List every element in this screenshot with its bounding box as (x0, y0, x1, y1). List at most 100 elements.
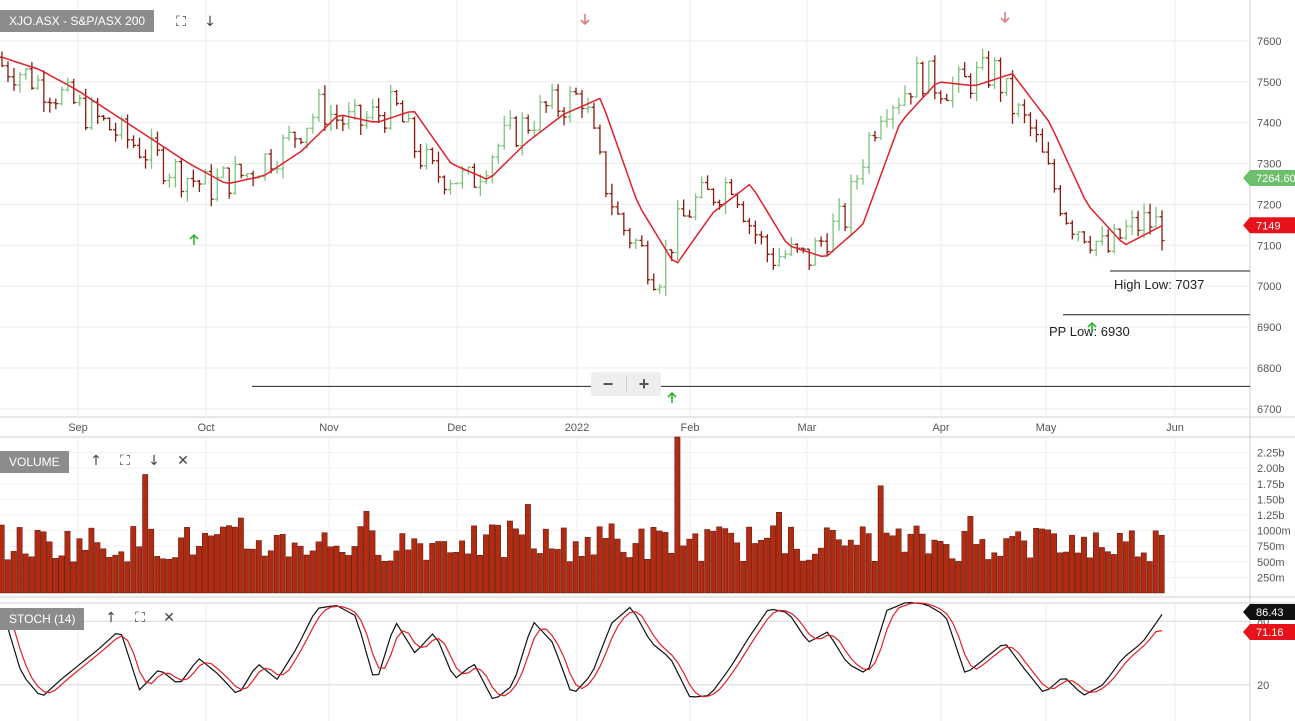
ohlc-bar (812, 237, 818, 266)
stoch-label[interactable]: STOCH (14) (0, 608, 85, 630)
close-icon[interactable]: ✕ (176, 453, 190, 469)
volume-bar (495, 524, 501, 594)
ohlc-bar (1141, 203, 1147, 238)
zoom-out-button[interactable]: − (591, 372, 625, 396)
arrow-down-icon[interactable]: ↓ (203, 14, 217, 30)
volume-bar (800, 560, 806, 594)
close-icon[interactable]: ✕ (162, 610, 176, 626)
ohlc-bar (1147, 203, 1153, 235)
volume-bar (853, 544, 860, 594)
volume-bar (566, 561, 573, 594)
ohlc-bar (370, 99, 376, 123)
ohlc-bar (1057, 185, 1063, 217)
volume-bar (638, 528, 645, 594)
ohlc-bar (262, 153, 268, 181)
ohlc-bar (555, 84, 561, 117)
volume-bar (357, 526, 364, 594)
time-tick-label: Nov (319, 422, 339, 434)
volume-bar (429, 543, 436, 594)
ohlc-bar (107, 117, 113, 131)
volume-bar (178, 537, 184, 594)
ohlc-bar (956, 66, 962, 93)
zoom-in-button[interactable]: + (627, 372, 661, 396)
ohlc-bar (441, 175, 447, 195)
ohlc-bar (394, 89, 400, 106)
ohlc-bar (770, 247, 776, 270)
ohlc-bar (424, 143, 430, 170)
ohlc-bar (23, 68, 29, 80)
fullscreen-icon[interactable]: ⛶ (174, 14, 188, 30)
volume-bar (333, 545, 340, 594)
fullscreen-icon[interactable]: ⛶ (118, 453, 132, 469)
volume-bar (692, 533, 699, 594)
volume-bar (1099, 547, 1105, 594)
ohlc-bar (160, 146, 166, 185)
ohlc-bar (418, 143, 424, 169)
ohlc-bar (447, 179, 453, 195)
time-tick-label: May (1036, 422, 1057, 434)
ohlc-bar (609, 183, 615, 216)
ohlc-bar (866, 132, 872, 174)
ohlc-bar (1081, 231, 1087, 244)
arrow-up-icon[interactable]: ↑ (89, 453, 103, 469)
volume-bar (812, 553, 818, 594)
volume-bar (895, 528, 902, 594)
volume-bar (471, 525, 477, 594)
volume-bar (1075, 552, 1081, 594)
volume-bar (817, 547, 824, 594)
ohlc-bar (854, 174, 860, 190)
volume-bar (1087, 557, 1093, 594)
ohlc-bar (848, 174, 854, 237)
volume-bar (602, 538, 609, 594)
time-tick-label: Oct (197, 422, 214, 434)
ohlc-bar (1093, 240, 1099, 257)
volume-tick-label: 2.00b (1257, 463, 1285, 475)
volume-bar (393, 550, 400, 594)
volume-bar (835, 539, 842, 594)
arrow-down-icon[interactable]: ↓ (147, 453, 161, 469)
volume-bar (64, 531, 71, 594)
ohlc-bar (280, 134, 286, 179)
ohlc-bar (1004, 77, 1010, 96)
sell-signal-down-arrow-icon (1000, 12, 1010, 24)
volume-bar (22, 553, 29, 594)
volume-bar (369, 530, 376, 594)
ohlc-bar (71, 78, 77, 105)
volume-bar (1116, 533, 1123, 594)
volume-bar (680, 545, 687, 594)
ohlc-bar (711, 188, 717, 206)
volume-bar (548, 548, 555, 594)
volume-label[interactable]: VOLUME (0, 451, 69, 473)
volume-bar (4, 559, 11, 594)
time-tick-label: Sep (68, 422, 88, 434)
volume-bar (644, 559, 651, 594)
ohlc-bar (872, 130, 878, 142)
volume-tick-label: 750m (1257, 541, 1285, 553)
volume-bar (501, 557, 507, 594)
volume-bar (453, 551, 460, 594)
time-tick-label: Dec (447, 422, 467, 434)
volume-bar (782, 553, 788, 594)
price-tick-label: 7100 (1257, 240, 1281, 252)
volume-bar (148, 528, 155, 594)
symbol-label[interactable]: XJO.ASX - S&P/ASX 200 (0, 10, 155, 32)
ohlc-bar (752, 220, 758, 244)
volume-bar (758, 539, 764, 594)
volume-bar (524, 504, 531, 594)
volume-bar (513, 528, 519, 594)
ohlc-bar (764, 234, 770, 263)
ohlc-bar (651, 273, 657, 291)
arrow-up-icon[interactable]: ↑ (104, 610, 118, 626)
volume-bar (297, 545, 304, 594)
volume-bar (136, 546, 143, 594)
ohlc-bar (244, 173, 250, 180)
volume-tick-label: 1000m (1257, 526, 1291, 538)
price-tick-label: 7500 (1257, 77, 1281, 89)
ohlc-bar (1045, 141, 1051, 165)
volume-bar (937, 541, 944, 594)
price-tick-label: 6800 (1257, 363, 1281, 375)
fullscreen-icon[interactable]: ⛶ (133, 610, 147, 626)
volume-bar (985, 559, 992, 594)
ohlc-bar (143, 149, 149, 169)
ohlc-bar (400, 100, 406, 123)
